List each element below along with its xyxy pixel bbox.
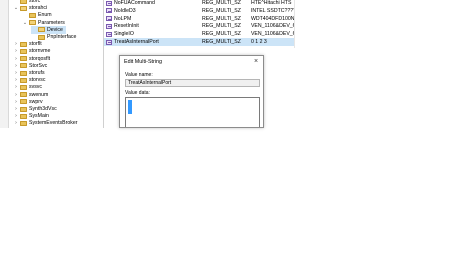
tree-item-label: SystemEventsBroker bbox=[29, 120, 78, 127]
tree-item-label: swprv bbox=[29, 98, 43, 105]
registry-values-list[interactable]: NoFUACommand REG_MULTI_SZ HTE^Hitachi HTS N… bbox=[104, 0, 294, 48]
value-name-field: TreatAsInternalPort bbox=[125, 79, 260, 87]
list-edge bbox=[294, 0, 295, 48]
value-row[interactable]: NoIdleD3 REG_MULTI_SZ INTEL SSDTC?????Aa bbox=[104, 7, 294, 15]
value-type: REG_MULTI_SZ bbox=[202, 0, 241, 6]
folder-icon bbox=[20, 106, 27, 112]
tree-item-label: StorSvc bbox=[29, 62, 48, 69]
chevron-right-icon[interactable]: › bbox=[13, 106, 19, 112]
tree-item-label: storqosflt bbox=[29, 55, 51, 62]
registry-key-tree[interactable]: storc ⌄ storahci Enum ⌄ Parameters Device PnpIn… bbox=[9, 0, 104, 128]
left-edge-strip bbox=[0, 0, 9, 128]
folder-icon bbox=[20, 70, 27, 76]
value-name-label: Value name: bbox=[125, 72, 153, 78]
tree-item-label: SysMain bbox=[29, 113, 49, 120]
value-name: NoIdleD3 bbox=[114, 7, 136, 14]
multi-string-value-icon bbox=[106, 16, 112, 22]
value-data: VEN_1106&DEV_620 bbox=[250, 31, 294, 38]
folder-icon bbox=[20, 41, 27, 47]
chevron-right-icon[interactable]: › bbox=[13, 70, 19, 76]
tree-item-label: Synth3dVsc bbox=[29, 106, 57, 112]
edit-multi-string-dialog: Edit Multi-String × Value name: TreatAsI… bbox=[119, 55, 264, 128]
tree-item-label: Parameters bbox=[38, 19, 65, 26]
value-name: ResetInInit bbox=[114, 23, 139, 30]
tree-item-label: storufs bbox=[29, 70, 45, 76]
value-type: REG_MULTI_SZ bbox=[202, 39, 241, 45]
multi-string-value-icon bbox=[106, 31, 112, 37]
folder-icon bbox=[20, 99, 27, 105]
multi-string-value-icon bbox=[106, 8, 112, 14]
value-data: WDT404DFD100NLR bbox=[250, 15, 294, 22]
tree-item-label: Device bbox=[47, 26, 63, 33]
tree-item-label: svsvc bbox=[29, 84, 42, 91]
chevron-down-icon[interactable]: ⌄ bbox=[13, 5, 19, 11]
chevron-right-icon[interactable]: › bbox=[13, 120, 19, 126]
close-icon[interactable]: × bbox=[252, 57, 260, 65]
folder-icon bbox=[29, 12, 36, 18]
value-data: HTE^Hitachi HTS bbox=[250, 0, 292, 6]
value-type: REG_MULTI_SZ bbox=[202, 23, 241, 30]
folder-icon bbox=[20, 120, 27, 126]
chevron-right-icon[interactable]: › bbox=[13, 84, 19, 90]
folder-icon bbox=[20, 63, 27, 69]
tree-item-label: storflt bbox=[29, 41, 42, 48]
chevron-right-icon[interactable]: › bbox=[13, 48, 19, 54]
folder-icon bbox=[20, 92, 27, 98]
folder-icon bbox=[20, 48, 27, 54]
folder-icon bbox=[20, 5, 27, 11]
tree-item[interactable]: › SystemEventsBroker bbox=[13, 119, 80, 127]
value-data: VEN_1106&DEV_620 bbox=[250, 23, 294, 30]
folder-icon bbox=[38, 34, 45, 40]
tree-item-label: Enum bbox=[38, 12, 52, 19]
value-name: SingleIO bbox=[114, 31, 134, 38]
multi-string-value-icon bbox=[106, 23, 112, 29]
value-row[interactable]: ResetInInit REG_MULTI_SZ VEN_1106&DEV_620 bbox=[104, 22, 294, 30]
folder-icon bbox=[20, 0, 27, 4]
chevron-right-icon[interactable]: › bbox=[13, 99, 19, 105]
dialog-title: Edit Multi-String bbox=[124, 58, 163, 65]
folder-icon bbox=[20, 77, 27, 83]
value-name: TreatAsInternalPort bbox=[114, 39, 159, 45]
folder-icon bbox=[20, 56, 27, 62]
value-row[interactable]: SingleIO REG_MULTI_SZ VEN_1106&DEV_620 bbox=[104, 30, 294, 38]
value-data: 0 1 2 3 bbox=[250, 39, 267, 45]
value-name: NoLPM bbox=[114, 15, 132, 22]
value-type: REG_MULTI_SZ bbox=[202, 7, 241, 14]
tree-item-label: storvsc bbox=[29, 77, 46, 84]
value-name: NoFUACommand bbox=[114, 0, 155, 6]
folder-icon bbox=[20, 84, 27, 90]
selected-text-highlight bbox=[128, 100, 132, 114]
value-type: REG_MULTI_SZ bbox=[202, 31, 241, 38]
folder-icon bbox=[29, 20, 36, 26]
chevron-right-icon[interactable]: › bbox=[13, 77, 19, 83]
multi-string-value-icon bbox=[106, 39, 112, 45]
value-row[interactable]: NoLPM REG_MULTI_SZ WDT404DFD100NLR bbox=[104, 15, 294, 23]
chevron-right-icon[interactable]: › bbox=[13, 92, 19, 98]
folder-icon bbox=[20, 113, 27, 119]
chevron-right-icon[interactable]: › bbox=[13, 113, 19, 119]
value-data-label: Value data: bbox=[125, 90, 150, 96]
chevron-right-icon[interactable]: › bbox=[13, 63, 19, 69]
tree-item-label: PnpInterface bbox=[47, 34, 77, 40]
folder-icon bbox=[38, 27, 45, 33]
tree-item-label: stornvme bbox=[29, 48, 51, 55]
value-data: INTEL SSDTC?????Aa bbox=[250, 7, 294, 14]
tree-item-label: swenum bbox=[29, 91, 49, 98]
value-row[interactable]: TreatAsInternalPort REG_MULTI_SZ 0 1 2 3 bbox=[104, 38, 294, 46]
chevron-right-icon[interactable]: › bbox=[13, 56, 19, 62]
value-data-textarea[interactable] bbox=[125, 97, 260, 127]
value-type: REG_MULTI_SZ bbox=[202, 15, 241, 22]
multi-string-value-icon bbox=[106, 0, 112, 6]
chevron-down-icon[interactable]: ⌄ bbox=[22, 20, 28, 26]
tree-item-label: storahci bbox=[29, 5, 48, 12]
chevron-right-icon[interactable]: › bbox=[13, 41, 19, 47]
